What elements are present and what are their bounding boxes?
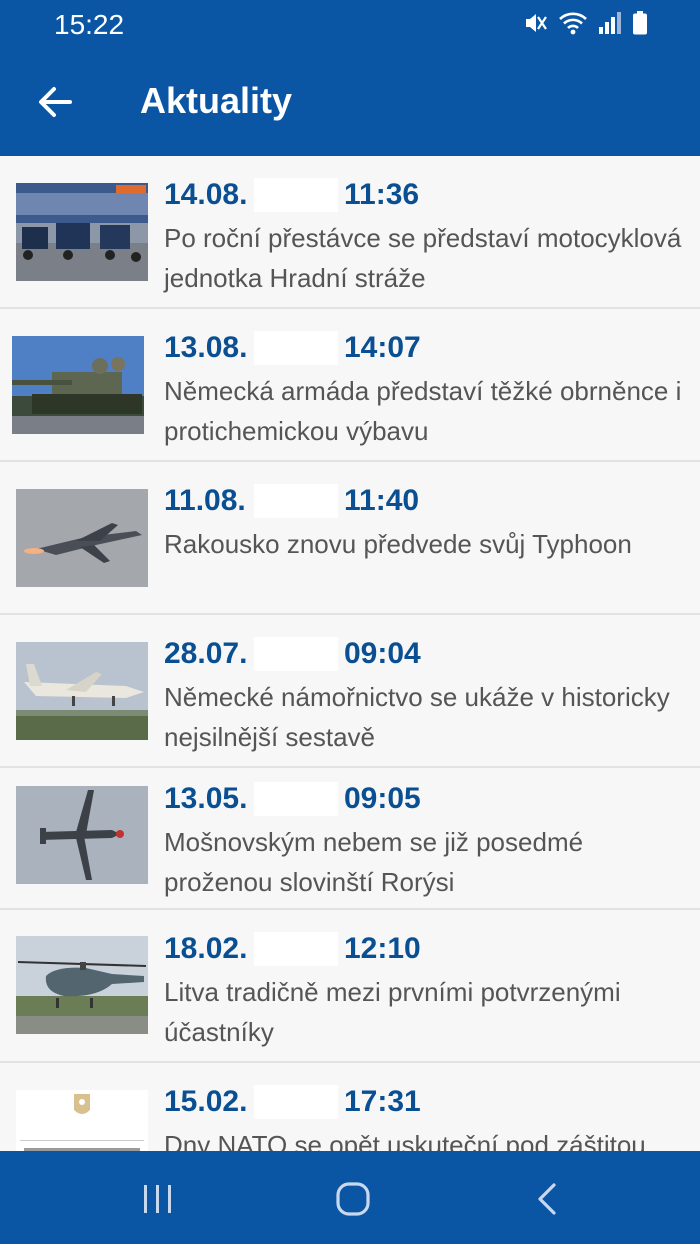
news-headline: Německé námořnictvo se ukáže v historick…	[164, 682, 670, 752]
news-headline: Mošnovským nebem se již posedmé proženou…	[164, 827, 584, 897]
news-date: 28.07.	[164, 637, 248, 670]
recent-apps-icon	[144, 1185, 171, 1213]
news-item[interactable]: 13.08. 14:07 Německá armáda představí tě…	[0, 309, 700, 462]
back-button[interactable]	[36, 80, 76, 124]
news-item[interactable]: 14.08. 11:36 Po roční přestávce se předs…	[0, 156, 700, 309]
status-icons	[522, 10, 648, 36]
date-year-redaction	[254, 484, 338, 518]
page-title: Aktuality	[140, 80, 293, 121]
wifi-icon	[559, 12, 587, 35]
news-date: 13.05.	[164, 782, 248, 815]
app-bar: Aktuality	[0, 50, 700, 156]
news-time: 17:31	[344, 1085, 421, 1118]
news-time: 09:04	[344, 637, 421, 670]
date-year-redaction	[254, 637, 338, 671]
date-year-redaction	[254, 932, 338, 966]
news-headline: Litva tradičně mezi prvními potvrzenými …	[164, 977, 621, 1047]
news-item[interactable]: 18.02. 12:10 Litva tradičně mezi prvními…	[0, 910, 700, 1063]
battery-icon	[633, 11, 647, 35]
news-headline: Dny NATO se opět uskuteční pod záštitou	[164, 1130, 646, 1151]
news-date: 11.08.	[164, 484, 246, 517]
news-date: 18.02.	[164, 932, 248, 965]
date-year-redaction	[254, 782, 338, 816]
news-time: 14:07	[344, 331, 421, 364]
arrow-left-icon	[39, 87, 72, 117]
news-date: 13.08.	[164, 331, 248, 364]
naval-aircraft-photo	[16, 642, 148, 740]
news-item[interactable]: 13.05. 09:05 Mošnovským nebem se již pos…	[0, 768, 700, 910]
signal-icon	[599, 12, 621, 34]
status-bar: 15:22	[0, 0, 700, 50]
news-time: 12:10	[344, 932, 421, 965]
date-year-redaction	[254, 1085, 338, 1119]
motorcycle-unit-photo	[16, 183, 148, 281]
news-headline: Po roční přestávce se představí motocykl…	[164, 223, 682, 293]
system-back-button[interactable]	[526, 1177, 570, 1221]
news-headline: Rakousko znovu předvede svůj Typhoon	[164, 529, 632, 559]
news-headline: Německá armáda představí těžké obrněnce …	[164, 376, 682, 446]
news-date: 14.08.	[164, 178, 248, 211]
news-item[interactable]: 11.08. 11:40 Rakousko znovu předvede svů…	[0, 462, 700, 615]
news-item[interactable]: 15.02. 17:31 Dny NATO se opět uskuteční …	[0, 1063, 700, 1151]
date-year-redaction	[254, 178, 338, 212]
home-icon	[336, 1182, 370, 1216]
news-date: 15.02.	[164, 1085, 248, 1118]
back-chevron-icon	[538, 1183, 556, 1215]
news-list[interactable]: 14.08. 11:36 Po roční přestávce se předs…	[0, 156, 700, 1151]
news-time: 11:40	[344, 484, 420, 517]
status-time: 15:22	[54, 9, 125, 40]
news-item[interactable]: 28.07. 09:04 Německé námořnictvo se ukáž…	[0, 615, 700, 768]
propeller-aircraft-photo	[16, 786, 148, 884]
mute-icon	[526, 14, 547, 32]
news-time: 11:36	[344, 178, 420, 211]
system-nav-bar	[0, 1151, 700, 1244]
news-time: 09:05	[344, 782, 421, 815]
recent-apps-button[interactable]	[136, 1177, 180, 1221]
president-emblem-image	[16, 1090, 148, 1151]
typhoon-jet-photo	[16, 489, 148, 587]
home-button[interactable]	[331, 1177, 375, 1221]
helicopter-photo	[16, 936, 148, 1034]
date-year-redaction	[254, 331, 338, 365]
tank-photo	[12, 336, 144, 434]
